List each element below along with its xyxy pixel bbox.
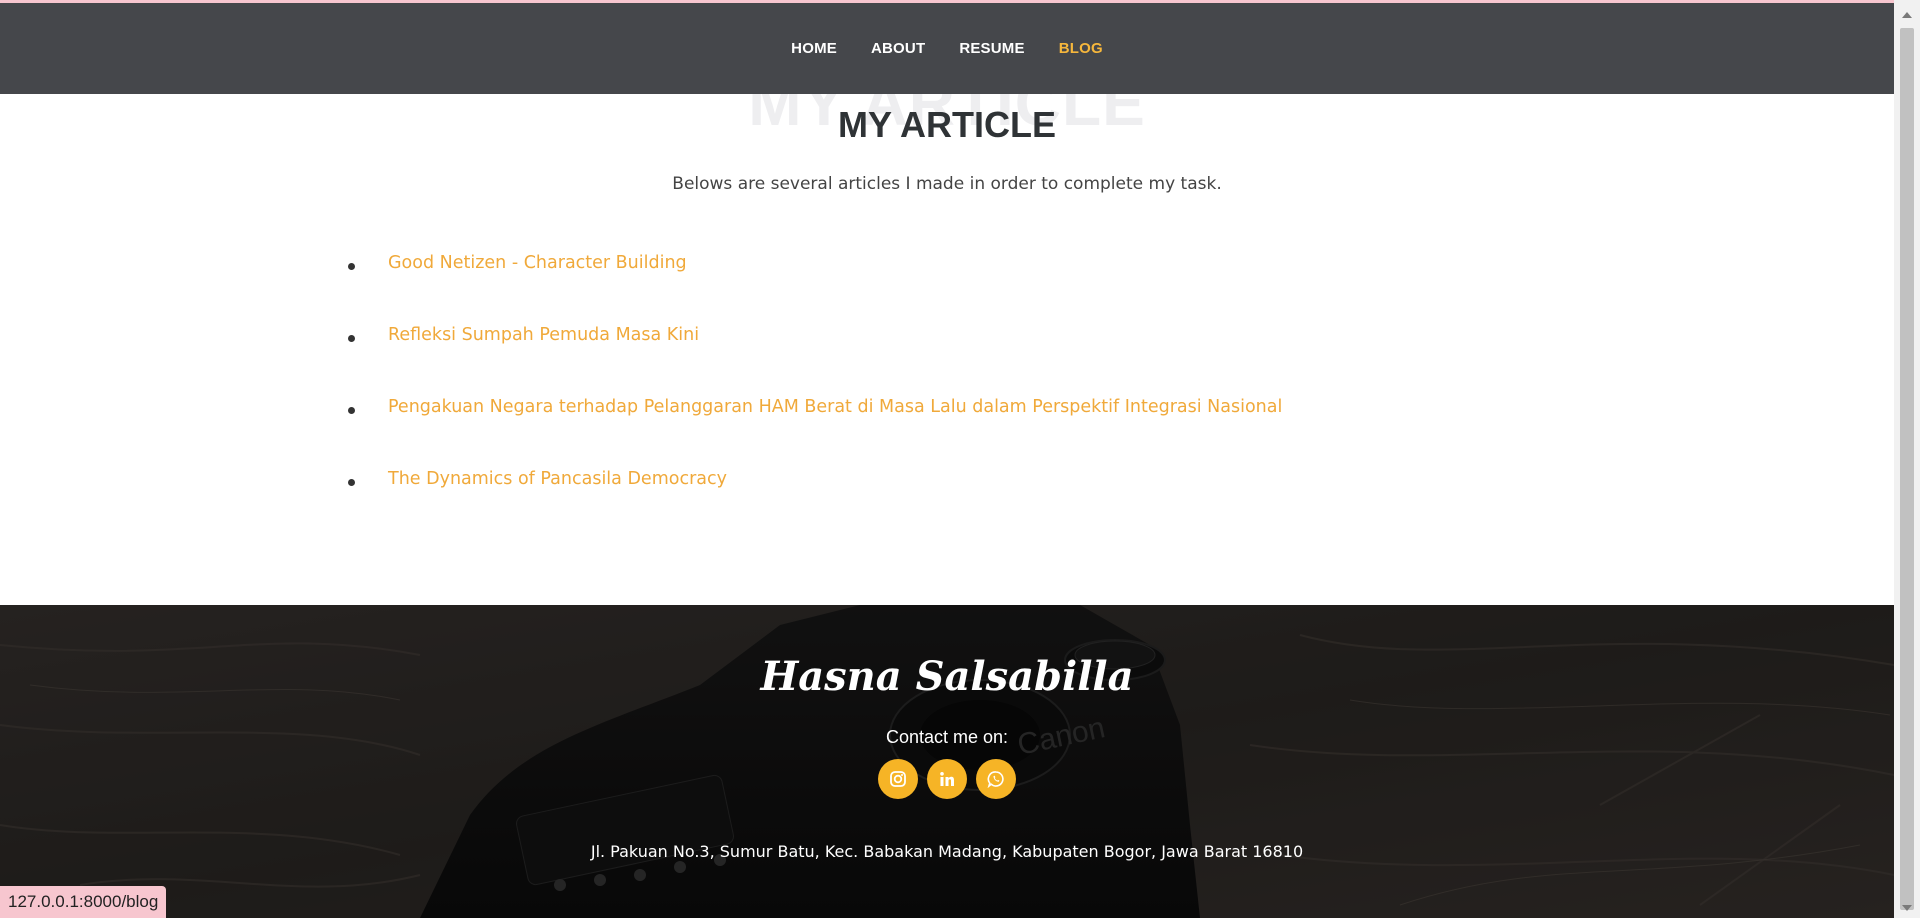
nav-home[interactable]: HOME <box>791 40 837 57</box>
article-link[interactable]: The Dynamics of Pancasila Democracy <box>388 469 727 489</box>
section-subtitle: Belows are several articles I made in or… <box>672 174 1222 194</box>
navbar: HOME ABOUT RESUME BLOG <box>0 3 1894 94</box>
footer-contact-label: Contact me on: <box>885 727 1009 747</box>
nav-about[interactable]: ABOUT <box>871 40 925 57</box>
scroll-down-icon[interactable] <box>1894 898 1920 918</box>
list-item: The Dynamics of Pancasila Democracy <box>348 469 1282 541</box>
whatsapp-button[interactable] <box>976 759 1016 799</box>
bullet-icon <box>348 479 355 486</box>
list-item: Good Netizen - Character Building <box>348 253 1282 325</box>
footer-address: Jl. Pakuan No.3, Sumur Batu, Kec. Babaka… <box>590 842 1304 861</box>
section-title: MY ARTICLE <box>837 104 1056 145</box>
vertical-scrollbar[interactable] <box>1894 0 1920 918</box>
article-link[interactable]: Refleksi Sumpah Pemuda Masa Kini <box>388 325 699 345</box>
whatsapp-icon <box>987 771 1004 788</box>
bullet-icon <box>348 407 355 414</box>
footer: Canon Hasna Salsabilla Contact me on: Jl… <box>0 605 1894 918</box>
footer-name-logo: Hasna Salsabilla <box>760 653 1134 700</box>
instagram-icon <box>890 771 906 787</box>
status-bar-url: 127.0.0.1:8000/blog <box>0 886 167 918</box>
article-list: Good Netizen - Character Building Reflek… <box>348 253 1282 541</box>
article-link[interactable]: Good Netizen - Character Building <box>388 253 687 273</box>
list-item: Pengakuan Negara terhadap Pelanggaran HA… <box>348 397 1282 469</box>
nav-resume[interactable]: RESUME <box>959 40 1024 57</box>
linkedin-icon <box>940 772 954 786</box>
nav-blog[interactable]: BLOG <box>1059 40 1103 57</box>
instagram-button[interactable] <box>878 759 918 799</box>
social-links <box>0 759 1894 799</box>
linkedin-button[interactable] <box>927 759 967 799</box>
scrollbar-thumb[interactable] <box>1900 28 1914 910</box>
section-title-wrap: MY ARTICLE MY ARTICLE <box>0 67 1894 154</box>
page: HOME ABOUT RESUME BLOG MY ARTICLE MY ART… <box>0 0 1894 918</box>
article-section: MY ARTICLE MY ARTICLE Belows are several… <box>0 67 1894 605</box>
scroll-up-icon[interactable] <box>1894 5 1920 25</box>
article-link[interactable]: Pengakuan Negara terhadap Pelanggaran HA… <box>388 397 1282 417</box>
bullet-icon <box>348 263 355 270</box>
bullet-icon <box>348 335 355 342</box>
list-item: Refleksi Sumpah Pemuda Masa Kini <box>348 325 1282 397</box>
